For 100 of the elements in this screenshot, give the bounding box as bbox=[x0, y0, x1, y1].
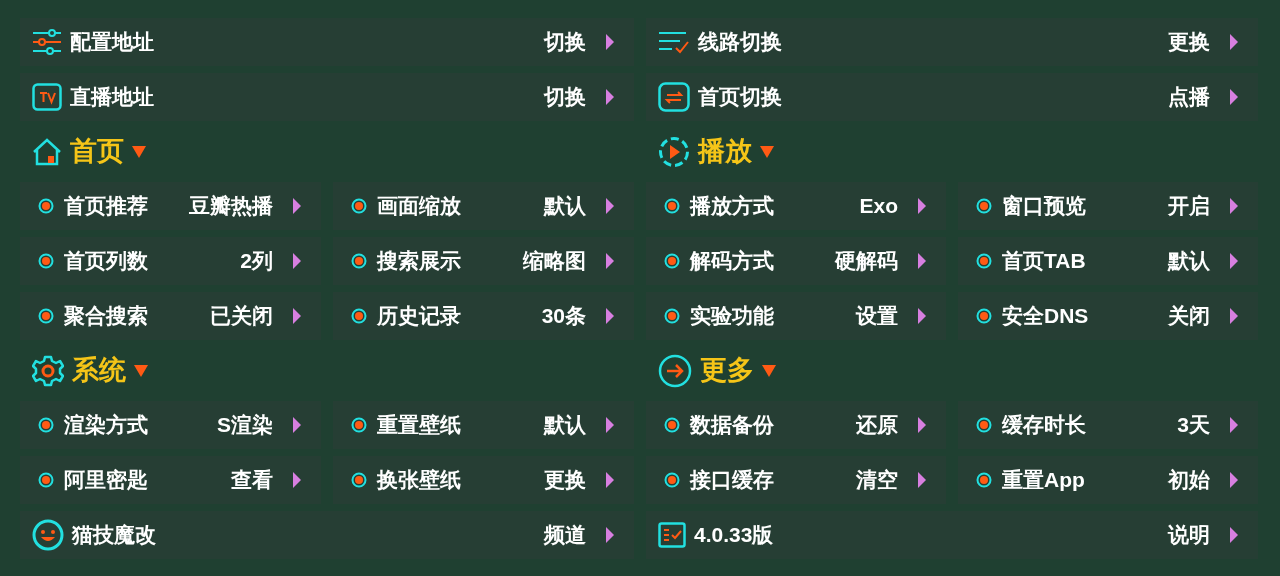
chevron-right-icon bbox=[918, 308, 926, 324]
setting-row[interactable]: 首页列数 2列 bbox=[20, 237, 321, 285]
radio-icon bbox=[664, 308, 680, 324]
chevron-right-icon bbox=[1230, 472, 1238, 488]
setting-label: 聚合搜索 bbox=[64, 303, 148, 330]
chevron-right-icon bbox=[606, 253, 614, 269]
setting-label: 猫技魔改 bbox=[72, 522, 156, 549]
setting-label: 首页推荐 bbox=[64, 193, 148, 220]
setting-row[interactable]: 播放方式 Exo bbox=[646, 182, 946, 230]
chevron-right-icon bbox=[293, 417, 301, 433]
setting-value: 清空 bbox=[856, 467, 898, 494]
setting-row[interactable]: 配置地址 切换 bbox=[20, 18, 634, 66]
setting-row[interactable]: 缓存时长 3天 bbox=[958, 401, 1258, 449]
setting-row[interactable]: 安全DNS 关闭 bbox=[958, 292, 1258, 340]
setting-value: 缩略图 bbox=[523, 248, 586, 275]
radio-icon bbox=[664, 253, 680, 269]
setting-label: 搜索展示 bbox=[377, 248, 461, 275]
setting-row[interactable]: 换张壁纸 更换 bbox=[333, 456, 634, 504]
setting-label: 首页TAB bbox=[1002, 248, 1086, 275]
setting-value: 更换 bbox=[544, 467, 586, 494]
setting-label: 画面缩放 bbox=[377, 193, 461, 220]
setting-value: 设置 bbox=[856, 303, 898, 330]
chevron-right-icon bbox=[918, 417, 926, 433]
setting-label: 解码方式 bbox=[690, 248, 774, 275]
chevron-right-icon bbox=[1230, 89, 1238, 105]
radio-icon bbox=[351, 198, 367, 214]
chevron-right-icon bbox=[1230, 417, 1238, 433]
play-icon bbox=[658, 135, 690, 168]
setting-row[interactable]: 猫技魔改 频道 bbox=[20, 511, 634, 559]
radio-icon bbox=[664, 198, 680, 214]
setting-row[interactable]: 画面缩放 默认 bbox=[333, 182, 634, 230]
radio-icon bbox=[38, 253, 54, 269]
setting-row[interactable]: 历史记录 30条 bbox=[333, 292, 634, 340]
setting-row[interactable]: 首页TAB 默认 bbox=[958, 237, 1258, 285]
setting-row[interactable]: 首页切换 点播 bbox=[646, 73, 1258, 121]
setting-row[interactable]: 搜索展示 缩略图 bbox=[333, 237, 634, 285]
chevron-right-icon bbox=[606, 198, 614, 214]
setting-value: Exo bbox=[859, 193, 898, 220]
setting-row[interactable]: 实验功能 设置 bbox=[646, 292, 946, 340]
radio-icon bbox=[38, 417, 54, 433]
setting-row[interactable]: 数据备份 还原 bbox=[646, 401, 946, 449]
setting-label: 换张壁纸 bbox=[377, 467, 461, 494]
caret-icon bbox=[132, 145, 146, 158]
setting-label: 缓存时长 bbox=[1002, 412, 1086, 439]
setting-label: 实验功能 bbox=[690, 303, 774, 330]
setting-row[interactable]: 阿里密匙 查看 bbox=[20, 456, 321, 504]
radio-icon bbox=[976, 198, 992, 214]
setting-value: 豆瓣热播 bbox=[189, 193, 273, 220]
setting-value: 已关闭 bbox=[210, 303, 273, 330]
radio-icon bbox=[664, 417, 680, 433]
chevron-right-icon bbox=[293, 472, 301, 488]
setting-row[interactable]: 线路切换 更换 bbox=[646, 18, 1258, 66]
setting-label: 数据备份 bbox=[690, 412, 774, 439]
radio-icon bbox=[976, 472, 992, 488]
radio-icon bbox=[351, 308, 367, 324]
setting-row[interactable]: 首页推荐 豆瓣热播 bbox=[20, 182, 321, 230]
sliders-icon bbox=[32, 29, 62, 55]
setting-row[interactable]: 4.0.33版 说明 bbox=[646, 511, 1258, 559]
setting-value: 30条 bbox=[541, 303, 586, 330]
setting-value: 3天 bbox=[1177, 412, 1210, 439]
setting-label: 配置地址 bbox=[70, 29, 154, 56]
setting-value: 默认 bbox=[544, 193, 586, 220]
setting-value: 关闭 bbox=[1168, 303, 1210, 330]
setting-row[interactable]: 解码方式 硬解码 bbox=[646, 237, 946, 285]
setting-value: 查看 bbox=[231, 467, 273, 494]
caret-icon bbox=[134, 364, 148, 377]
chevron-right-icon bbox=[606, 527, 614, 543]
radio-icon bbox=[976, 417, 992, 433]
setting-label: 重置壁纸 bbox=[377, 412, 461, 439]
list-check-icon bbox=[658, 29, 690, 55]
setting-row[interactable]: 接口缓存 清空 bbox=[646, 456, 946, 504]
chevron-right-icon bbox=[1230, 527, 1238, 543]
setting-label: 线路切换 bbox=[698, 29, 782, 56]
setting-value: 默认 bbox=[544, 412, 586, 439]
setting-label: 安全DNS bbox=[1002, 303, 1089, 330]
section-title: 首页 bbox=[70, 135, 124, 169]
setting-row[interactable]: 聚合搜索 已关闭 bbox=[20, 292, 321, 340]
chevron-right-icon bbox=[606, 472, 614, 488]
arrow-circle-icon bbox=[658, 353, 692, 388]
setting-row[interactable]: 窗口预览 开启 bbox=[958, 182, 1258, 230]
setting-label: 首页列数 bbox=[64, 248, 148, 275]
radio-icon bbox=[38, 472, 54, 488]
chevron-right-icon bbox=[918, 253, 926, 269]
setting-value: 切换 bbox=[544, 84, 586, 111]
setting-label: 首页切换 bbox=[698, 84, 782, 111]
setting-row[interactable]: 渲染方式 S渲染 bbox=[20, 401, 321, 449]
radio-icon bbox=[976, 308, 992, 324]
setting-value: 开启 bbox=[1168, 193, 1210, 220]
swap-icon bbox=[658, 82, 690, 112]
caret-icon bbox=[760, 145, 774, 158]
setting-row[interactable]: 重置App 初始 bbox=[958, 456, 1258, 504]
setting-row[interactable]: 直播地址 切换 bbox=[20, 73, 634, 121]
setting-value: 初始 bbox=[1168, 467, 1210, 494]
setting-value: 2列 bbox=[240, 248, 273, 275]
chevron-right-icon bbox=[1230, 34, 1238, 50]
chevron-right-icon bbox=[293, 253, 301, 269]
radio-icon bbox=[38, 198, 54, 214]
gear-icon bbox=[32, 354, 64, 387]
setting-label: 渲染方式 bbox=[64, 412, 148, 439]
setting-row[interactable]: 重置壁纸 默认 bbox=[333, 401, 634, 449]
